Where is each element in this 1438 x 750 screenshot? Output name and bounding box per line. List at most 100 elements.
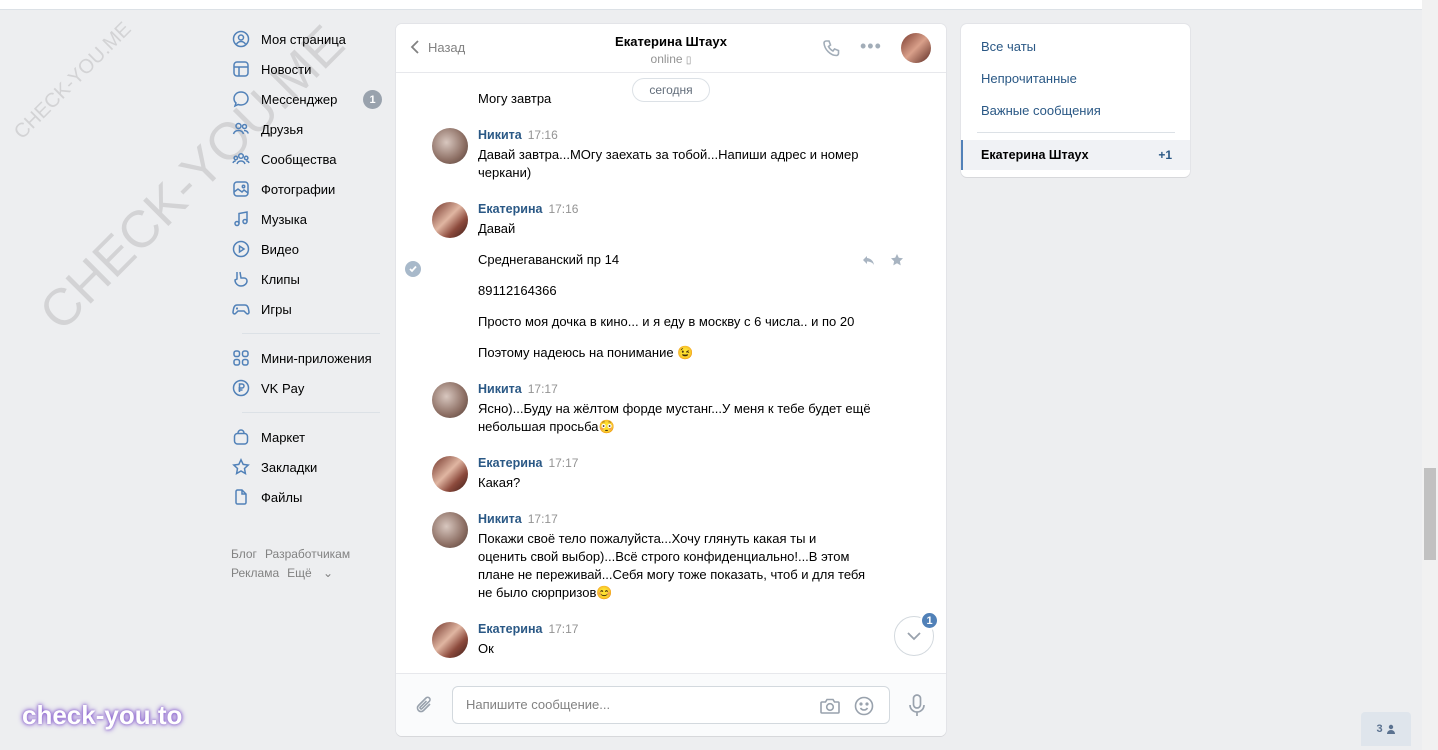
message-author[interactable]: Никита 17:17 — [478, 512, 558, 526]
nav-item-friends[interactable]: Друзья — [228, 114, 384, 144]
star-icon — [232, 458, 250, 476]
nav-item-bookmarks[interactable]: Закладки — [228, 452, 384, 482]
nav-item-vk-pay[interactable]: VK Pay — [228, 373, 384, 403]
nav-item-music[interactable]: Музыка — [228, 204, 384, 234]
microphone-icon[interactable] — [908, 693, 926, 722]
message-text: Ясно)...Буду на жёлтом форде мустанг...У… — [478, 400, 878, 449]
chat-header-avatar[interactable] — [901, 33, 931, 63]
nav-item-messenger[interactable]: Мессенджер 1 — [228, 84, 384, 114]
avatar[interactable] — [432, 512, 468, 548]
avatar[interactable] — [432, 382, 468, 418]
footer-link-developers[interactable]: Разработчикам — [265, 547, 350, 561]
message-composer — [396, 673, 946, 736]
nav-label: Файлы — [261, 489, 303, 505]
online-count: 3 — [1376, 723, 1383, 735]
message-line: Поэтому надеюсь на понимание 😉 — [478, 345, 694, 360]
nav-item-mini-apps[interactable]: Мини-приложения — [228, 343, 384, 373]
mobile-phone-icon: ▯ — [685, 55, 692, 66]
read-check-icon — [405, 261, 421, 277]
nav-label: Фотографии — [261, 181, 336, 197]
nav-item-my-page[interactable]: Моя страница — [228, 24, 384, 54]
news-icon — [232, 60, 250, 78]
panel-divider — [977, 132, 1175, 133]
nav-label: Сообщества — [261, 151, 337, 167]
avatar[interactable] — [432, 622, 468, 658]
message-text: Покажи своё тело пожалуйста...Хочу гляну… — [478, 530, 868, 615]
nav-label: Клипы — [261, 271, 300, 287]
ruble-icon — [232, 379, 250, 397]
chat-header: Назад Екатерина Штаух online ▯ ••• — [396, 24, 946, 73]
watermark-small: CHECK-YOU.ME — [10, 17, 136, 144]
nav-divider — [242, 333, 380, 334]
brand-logo: check-you.to — [22, 700, 183, 730]
author-name: Никита — [478, 512, 522, 526]
message-author[interactable]: Никита 17:16 — [478, 128, 558, 142]
footer-link-more[interactable]: Ещё ⌄ — [287, 566, 341, 580]
friends-icon — [232, 120, 250, 138]
nav-label: Игры — [261, 301, 292, 317]
chat-panel: Назад Екатерина Штаух online ▯ ••• сегод… — [396, 24, 946, 736]
message-author[interactable]: Екатерина 17:17 — [478, 622, 578, 636]
message-time: 17:17 — [548, 456, 579, 470]
active-chat-count: +1 — [1158, 148, 1172, 162]
avatar[interactable] — [432, 202, 468, 238]
scroll-to-bottom-button[interactable]: 1 — [894, 611, 939, 656]
nav-label: VK Pay — [261, 380, 305, 396]
active-chat-item[interactable]: Екатерина Штаух +1 — [961, 140, 1190, 170]
chat-filter-panel: Все чаты Непрочитанные Важные сообщения … — [961, 24, 1190, 177]
nav-label: Мессенджер — [261, 91, 338, 107]
filter-important[interactable]: Важные сообщения — [981, 103, 1101, 118]
camera-icon[interactable] — [819, 696, 841, 719]
online-friends-button[interactable]: 3 — [1361, 712, 1411, 746]
nav-item-files[interactable]: Файлы — [228, 482, 384, 512]
nav-label: Маркет — [261, 429, 306, 445]
messenger-unread-badge: 1 — [363, 90, 382, 109]
message-bubble-icon — [232, 90, 250, 108]
attach-paperclip-icon[interactable] — [414, 694, 436, 719]
footer-link-ads[interactable]: Реклама — [231, 566, 279, 580]
message-author[interactable]: Екатерина 17:17 — [478, 456, 578, 470]
message-author[interactable]: Екатерина 17:16 — [478, 202, 578, 216]
message-time: 17:17 — [527, 512, 558, 526]
message-text: Какая? — [478, 474, 878, 505]
page-scrollbar[interactable] — [1422, 0, 1438, 750]
nav-item-photos[interactable]: Фотографии — [228, 174, 384, 204]
message-line: Давай — [478, 221, 516, 236]
filter-unread[interactable]: Непрочитанные — [981, 71, 1077, 86]
message-text: Давай завтра...МОгу заехать за тобой...Н… — [478, 146, 878, 195]
user-circle-icon — [232, 30, 250, 48]
phone-call-icon[interactable] — [822, 38, 842, 61]
person-icon — [1386, 724, 1395, 734]
footer-link-blog[interactable]: Блог — [231, 547, 257, 561]
unread-badge: 1 — [920, 611, 939, 630]
nav-label: Закладки — [261, 459, 318, 475]
message-line: Давай завтра...МОгу заехать за тобой...Н… — [478, 147, 859, 180]
filter-all-chats[interactable]: Все чаты — [981, 39, 1036, 54]
message-input[interactable] — [466, 697, 796, 712]
avatar[interactable] — [432, 456, 468, 492]
message-text: Ок — [478, 640, 878, 671]
message-history[interactable]: сегодня Могу завтра Никита 17:16 Давай за… — [396, 73, 946, 673]
nav-item-market[interactable]: Маркет — [228, 422, 384, 452]
left-navigation: Моя страница Новости Мессенджер 1 Друзья… — [228, 24, 384, 512]
chevron-down-icon — [907, 632, 921, 641]
nav-item-communities[interactable]: Сообщества — [228, 144, 384, 174]
message-time: 17:16 — [548, 202, 579, 216]
author-name: Екатерина — [478, 202, 543, 216]
nav-item-games[interactable]: Игры — [228, 294, 384, 324]
scrollbar-thumb[interactable] — [1424, 468, 1436, 560]
more-options-icon[interactable]: ••• — [860, 36, 882, 57]
avatar[interactable] — [432, 128, 468, 164]
message-line: Ясно)...Буду на жёлтом форде мустанг...У… — [478, 401, 871, 434]
star-icon[interactable] — [890, 253, 904, 270]
photo-icon — [232, 180, 250, 198]
message-line: Среднегаванский пр 14 — [478, 252, 620, 267]
active-chat-name: Екатерина Штаух — [981, 148, 1089, 162]
nav-item-video[interactable]: Видео — [228, 234, 384, 264]
message-author[interactable]: Никита 17:17 — [478, 382, 558, 396]
nav-item-news[interactable]: Новости — [228, 54, 384, 84]
message-input-box[interactable] — [452, 686, 890, 724]
emoji-smile-icon[interactable] — [853, 695, 875, 720]
nav-item-clips[interactable]: Клипы — [228, 264, 384, 294]
top-header-bar — [0, 0, 1422, 10]
